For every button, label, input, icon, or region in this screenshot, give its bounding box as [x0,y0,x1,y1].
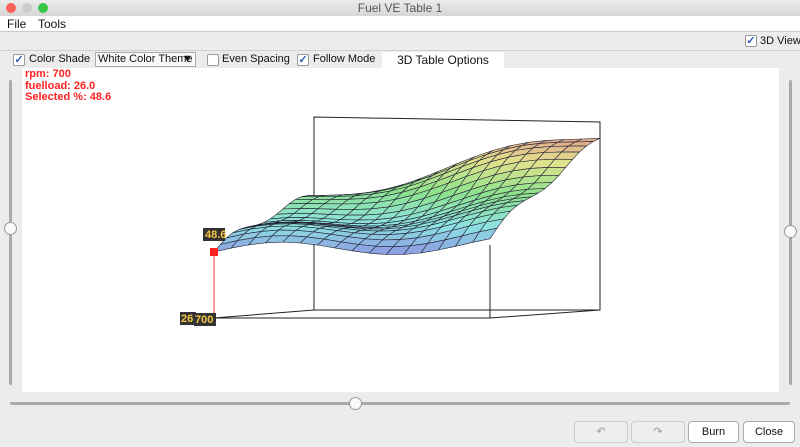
zoom-window-icon[interactable] [38,3,48,13]
even-spacing-checkbox[interactable] [207,54,219,66]
follow-mode-checkbox[interactable]: ✓ [297,54,309,66]
view-3d-label: 3D View [760,35,800,47]
surface-mesh [213,138,601,255]
minimize-window-icon[interactable] [22,3,32,13]
menu-tools[interactable]: Tools [38,17,66,31]
theme-value: White Color Theme [98,53,193,65]
3d-canvas[interactable]: 48.6 26. 700 [22,68,779,392]
chevron-down-icon: ▼ [182,53,193,65]
window-title: Fuel VE Table 1 [357,1,443,15]
z-value-label: 48.6 [205,229,226,241]
even-spacing-label: Even Spacing [222,53,290,65]
close-window-icon[interactable] [6,3,16,13]
table-options-button[interactable]: 3D Table Options [382,52,504,68]
close-button[interactable]: Close [743,421,795,443]
options-toolbar: ✓ Color Shade White Color Theme ▼ Even Sp… [0,50,800,68]
title-bar: Fuel VE Table 1 [0,0,800,16]
selected-point-marker[interactable] [210,248,218,256]
bottom-slider-knob[interactable] [349,397,362,410]
selected-readout: Selected %: 48.6 [25,91,112,103]
left-slider-knob[interactable] [4,222,17,235]
right-slider-knob[interactable] [784,225,797,238]
follow-mode-label: Follow Mode [313,53,376,65]
color-shade-label: Color Shade [29,53,91,65]
view-3d-checkbox[interactable]: ✓ [745,35,757,47]
bottom-slider-track[interactable] [10,402,790,405]
theme-select[interactable]: White Color Theme ▼ [95,52,196,67]
y-value-label: 700 [195,314,213,326]
burn-button[interactable]: Burn [688,421,739,443]
rpm-readout: rpm: 700 [25,68,71,80]
menu-file[interactable]: File [7,17,26,31]
redo-button[interactable]: ↷ [631,421,685,443]
3d-surface-plot[interactable]: 48.6 26. 700 [22,68,779,392]
color-shade-checkbox[interactable]: ✓ [13,54,25,66]
menu-bar: File Tools [0,16,800,32]
selection-info: rpm: 700 fuelload: 26.0 Selected %: 48.6 [25,68,112,104]
undo-button[interactable]: ↶ [574,421,628,443]
